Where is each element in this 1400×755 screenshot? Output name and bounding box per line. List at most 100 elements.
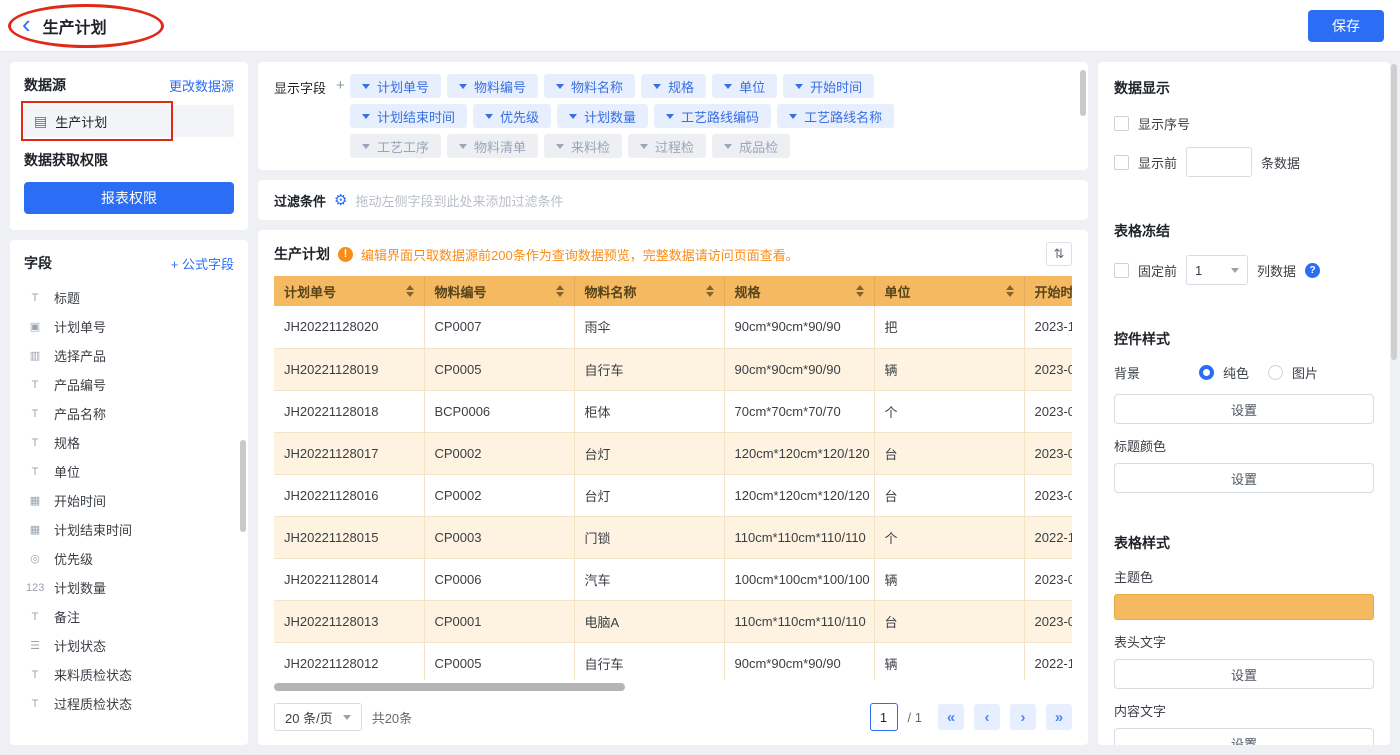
field-item-label: 计划数量 [54,578,106,597]
field-item[interactable]: ◎优先级 [10,544,248,573]
sort-arrows-icon[interactable] [856,285,864,297]
last-page-button[interactable]: » [1046,704,1072,730]
field-item[interactable]: ▦开始时间 [10,486,248,515]
field-chip-label: 物料名称 [571,77,623,96]
field-chip-disabled[interactable]: 成品检 [712,134,790,158]
field-item-label: 开始时间 [54,491,106,510]
horizontal-scrollbar[interactable] [274,683,625,691]
back-icon[interactable]: ‹ [22,11,31,37]
report-permission-button[interactable]: 报表权限 [24,182,234,214]
table-row: JH20221128013CP0001电脑A110cm*110cm*110/11… [274,600,1072,642]
add-display-field-button[interactable]: + [336,78,345,158]
field-chip-label: 规格 [668,77,694,96]
sort-button[interactable]: ⇅ [1046,242,1072,266]
field-item[interactable]: ☰计划状态 [10,631,248,660]
add-formula-field-link[interactable]: + 公式字段 [171,254,234,273]
column-header[interactable]: 物料编号 [424,276,574,306]
field-chip-disabled[interactable]: 来料检 [544,134,622,158]
field-chip[interactable]: 物料名称 [544,74,635,98]
table-cell: 2023-11 [1024,306,1072,348]
field-item-label: 标题 [54,288,80,307]
field-item[interactable]: T规格 [10,428,248,457]
column-header[interactable]: 计划单号 [274,276,424,306]
current-page-input[interactable]: 1 [870,703,898,731]
field-chip[interactable]: 计划单号 [350,74,441,98]
field-chip[interactable]: 工艺路线名称 [777,104,894,128]
gear-icon[interactable]: ⚙ [334,191,347,209]
table-cell: 台 [874,432,1024,474]
chevron-down-icon [1231,268,1239,273]
field-chip[interactable]: 计划数量 [557,104,648,128]
column-header[interactable]: 物料名称 [574,276,724,306]
title-color-set-button[interactable]: 设置 [1114,463,1374,493]
page-size-select[interactable]: 20 条/页 [274,703,362,731]
content-text-set-button[interactable]: 设置 [1114,728,1374,745]
field-item[interactable]: ▦计划结束时间 [10,515,248,544]
change-datasource-link[interactable]: 更改数据源 [169,76,234,95]
table-cell: 70cm*70cm*70/70 [724,390,874,432]
scrollbar[interactable] [240,440,246,532]
table-cell: 110cm*110cm*110/110 [724,516,874,558]
field-chip[interactable]: 计划结束时间 [350,104,467,128]
freeze-columns-checkbox[interactable] [1114,263,1129,278]
sort-arrows-icon[interactable] [1006,285,1014,297]
field-item[interactable]: ▣计划单号 [10,312,248,341]
theme-color-swatch[interactable] [1114,594,1374,620]
table-cell: 2022-10 [1024,642,1072,680]
field-item[interactable]: T标题 [10,283,248,312]
save-button[interactable]: 保存 [1308,10,1384,42]
chevron-down-icon [362,144,370,149]
datasource-item-selected[interactable]: ▤ 生产计划 [24,105,234,137]
page-title: 生产计划 [43,14,107,38]
solid-color-radio[interactable] [1199,365,1214,380]
field-chip-disabled[interactable]: 工艺工序 [350,134,441,158]
field-list: T标题 ▣计划单号 ▥选择产品 T产品编号 T产品名称 T规格 T单位 ▦开始时… [10,283,248,718]
sort-arrows-icon[interactable] [556,285,564,297]
header-text-set-button[interactable]: 设置 [1114,659,1374,689]
field-item[interactable]: 123计划数量 [10,573,248,602]
field-chip[interactable]: 开始时间 [783,74,874,98]
field-chip-label: 计划数量 [584,107,636,126]
field-item[interactable]: T单位 [10,457,248,486]
data-display-title: 数据显示 [1114,78,1374,98]
row-count-input[interactable] [1186,147,1252,177]
datasource-card: 数据源 更改数据源 ▤ 生产计划 数据获取权限 报表权限 [10,62,248,230]
field-chip[interactable]: 工艺路线编码 [654,104,771,128]
first-page-button[interactable]: « [938,704,964,730]
background-set-button[interactable]: 设置 [1114,394,1374,424]
scrollbar[interactable] [1080,70,1086,116]
table-card: 生产计划 ! 编辑界面只取数据源前200条作为查询数据预览，完整数据请访问页面查… [258,230,1088,745]
column-header[interactable]: 开始时间 [1024,276,1072,306]
field-chip[interactable]: 物料编号 [447,74,538,98]
field-chip-disabled[interactable]: 过程检 [628,134,706,158]
sort-arrows-icon[interactable] [706,285,714,297]
field-chip[interactable]: 单位 [712,74,777,98]
scrollbar[interactable] [1391,64,1397,360]
image-radio[interactable] [1268,365,1283,380]
field-item[interactable]: T来料质检状态 [10,660,248,689]
chevron-down-icon [795,84,803,89]
show-first-label: 显示前 [1138,153,1177,172]
sort-arrows-icon[interactable] [406,285,414,297]
field-chip[interactable]: 规格 [641,74,706,98]
field-chip[interactable]: 优先级 [473,104,551,128]
next-page-button[interactable]: › [1010,704,1036,730]
field-item-label: 来料质检状态 [54,665,132,684]
field-chip-disabled[interactable]: 物料清单 [447,134,538,158]
field-item[interactable]: T产品名称 [10,399,248,428]
freeze-count-select[interactable]: 1 [1186,255,1248,285]
field-item[interactable]: T过程质检状态 [10,689,248,718]
column-header[interactable]: 规格 [724,276,874,306]
column-header[interactable]: 单位 [874,276,1024,306]
field-chip-label: 计划结束时间 [377,107,455,126]
table-cell: 2023-04 [1024,432,1072,474]
help-icon[interactable]: ? [1305,263,1320,278]
prev-page-button[interactable]: ‹ [974,704,1000,730]
field-item[interactable]: ▥选择产品 [10,341,248,370]
chevron-down-icon [653,84,661,89]
show-first-checkbox[interactable] [1114,155,1129,170]
show-index-checkbox[interactable] [1114,116,1129,131]
field-item[interactable]: T备注 [10,602,248,631]
table-row: JH20221128015CP0003门锁110cm*110cm*110/110… [274,516,1072,558]
field-item[interactable]: T产品编号 [10,370,248,399]
